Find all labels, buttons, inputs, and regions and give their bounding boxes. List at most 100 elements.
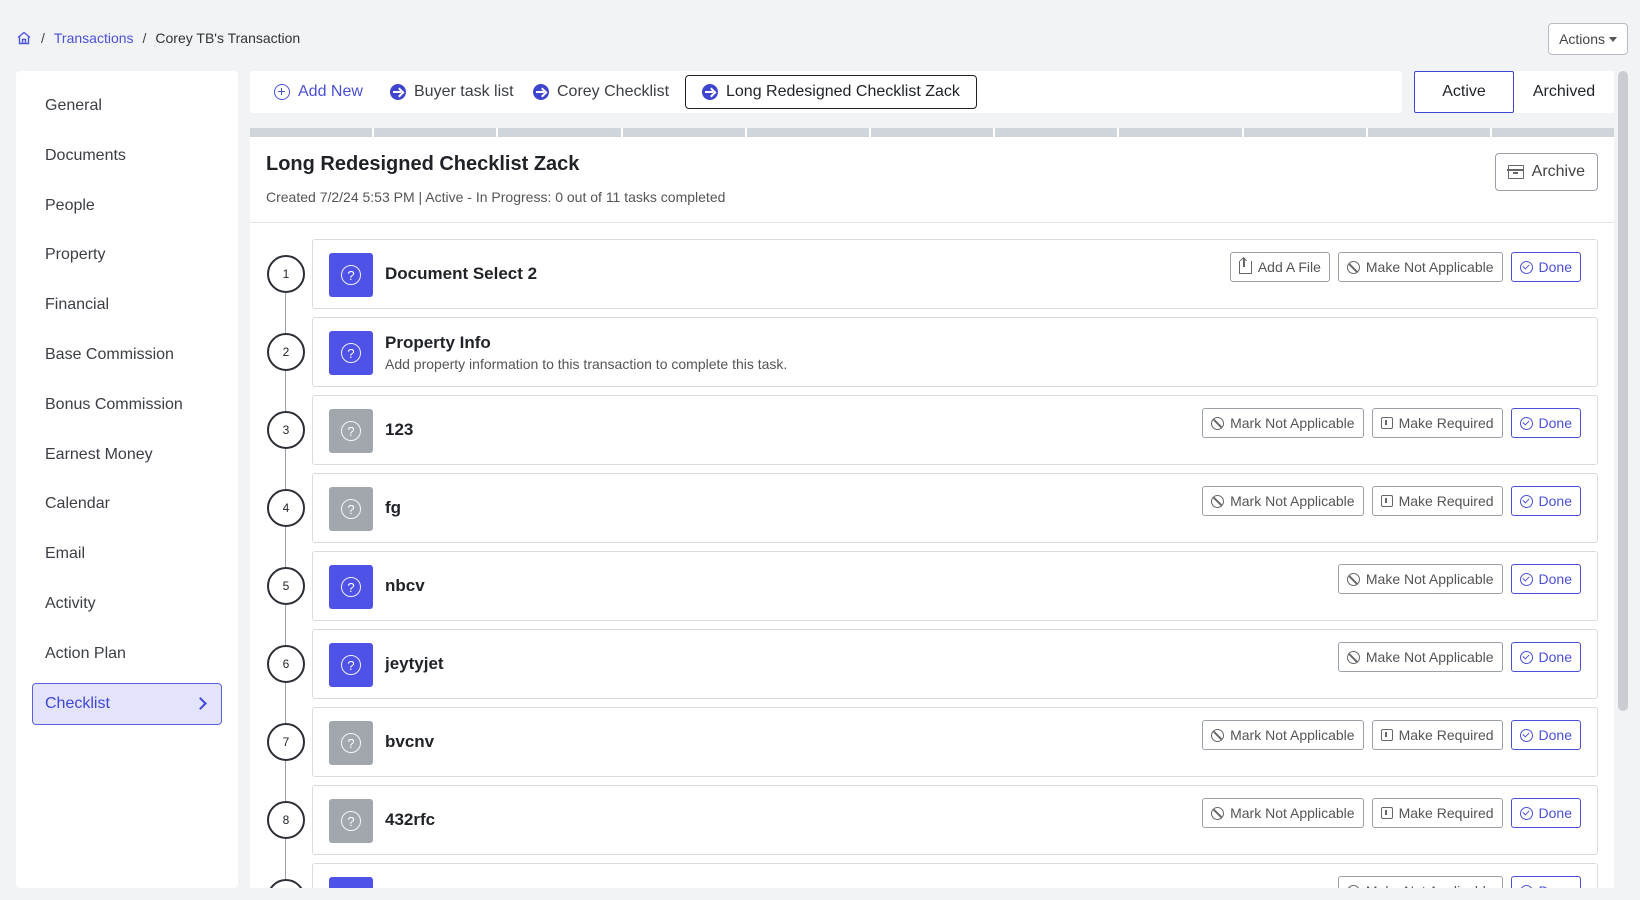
sidebar-item-email[interactable]: Email: [32, 533, 222, 575]
tab-buyer-task-list[interactable]: Buyer task list: [374, 75, 530, 109]
button-label: Done: [1539, 883, 1572, 888]
tab-label: Buyer task list: [414, 83, 514, 100]
breadcrumb-current: Corey TB's Transaction: [155, 30, 301, 46]
button-label: Make Not Applicable: [1365, 649, 1494, 665]
make-not-applicable-button[interactable]: Make Not Applicable: [1337, 642, 1503, 672]
sidebar-item-calendar[interactable]: Calendar: [32, 483, 222, 525]
task-card[interactable]: ? Make Not Applicable Done: [312, 863, 1598, 888]
button-label: Mark Not Applicable: [1230, 805, 1355, 821]
progress-strip: [250, 128, 1615, 137]
question-icon: ?: [329, 253, 373, 297]
button-label: Make Not Applicable: [1365, 259, 1494, 275]
sidebar-item-bonus-commission[interactable]: Bonus Commission: [32, 384, 222, 426]
tab-add-new[interactable]: Add New: [258, 75, 379, 109]
check-circle-icon: [1519, 416, 1533, 430]
done-button[interactable]: Done: [1510, 252, 1581, 282]
task-actions: Mark Not Applicable Make Required Done: [1202, 486, 1581, 516]
sidebar-item-general[interactable]: General: [32, 85, 222, 127]
sidebar-item-action-plan[interactable]: Action Plan: [32, 633, 222, 675]
tab-long-redesigned-checklist-zack[interactable]: Long Redesigned Checklist Zack: [685, 75, 977, 109]
sidebar-item-earnest-money[interactable]: Earnest Money: [32, 434, 222, 476]
done-button[interactable]: Done: [1510, 564, 1581, 594]
required-icon: [1380, 417, 1393, 429]
make-required-button[interactable]: Make Required: [1371, 798, 1503, 828]
check-circle-icon: [1519, 494, 1533, 508]
task-actions: Make Not Applicable Done: [1337, 876, 1581, 888]
button-label: Make Required: [1398, 415, 1494, 431]
sidebar-item-checklist[interactable]: Checklist: [32, 682, 222, 725]
archive-button[interactable]: Archive: [1494, 153, 1598, 191]
ban-icon: [1211, 416, 1225, 430]
breadcrumb-separator: /: [142, 30, 147, 46]
sidebar-item-people[interactable]: People: [32, 185, 222, 227]
progress-segment: [1491, 128, 1615, 137]
progress-segment: [374, 128, 497, 137]
task-card[interactable]: ? Property Info Add property information t…: [312, 317, 1598, 387]
done-button[interactable]: Done: [1510, 720, 1581, 750]
caret-down-icon: [1609, 36, 1617, 42]
make-required-button[interactable]: Make Required: [1371, 720, 1503, 750]
sidebar-item-label: Activity: [45, 595, 96, 612]
task-title: 432rfc: [385, 810, 436, 829]
sidebar-item-activity[interactable]: Activity: [32, 583, 222, 625]
task-card[interactable]: ? fg Mark Not Applicable Make Required Done: [312, 473, 1598, 543]
checklist-panel: Long Redesigned Checklist Zack Created 7…: [250, 137, 1614, 888]
question-icon: ?: [329, 331, 373, 375]
actions-label: Actions: [1559, 31, 1605, 47]
make-not-applicable-button[interactable]: Make Not Applicable: [1337, 564, 1503, 594]
ban-icon: [1211, 806, 1225, 820]
step-number: 4: [267, 489, 305, 527]
sidebar-item-financial[interactable]: Financial: [32, 284, 222, 326]
step-number: 2: [267, 333, 305, 371]
check-circle-icon: [1519, 884, 1533, 888]
make-required-button[interactable]: Make Required: [1371, 408, 1503, 438]
button-label: Done: [1538, 805, 1572, 821]
done-button[interactable]: Done: [1510, 798, 1581, 828]
question-mark-glyph: ?: [341, 733, 361, 753]
task-title: Property Info: [385, 333, 491, 352]
make-not-applicable-button[interactable]: Make Not Applicable: [1337, 876, 1503, 888]
mark-not-applicable-button[interactable]: Mark Not Applicable: [1202, 408, 1364, 438]
mark-not-applicable-button[interactable]: Mark Not Applicable: [1202, 720, 1364, 750]
question-icon: ?: [329, 565, 373, 609]
task-actions: Mark Not Applicable Make Required Done: [1202, 798, 1581, 828]
add-a-file-button[interactable]: Add A File: [1229, 252, 1330, 282]
task-card[interactable]: ? nbcv Make Not Applicable Done: [312, 551, 1598, 621]
home-icon[interactable]: [16, 30, 32, 46]
upload-icon: [1238, 257, 1252, 274]
breadcrumb-transactions-link[interactable]: Transactions: [54, 30, 134, 46]
status-archived-option[interactable]: Archived: [1514, 71, 1614, 113]
task-description: Add property information to this transac…: [385, 356, 788, 372]
tab-corey-checklist[interactable]: Corey Checklist: [517, 75, 685, 109]
sidebar-item-property[interactable]: Property: [32, 234, 222, 276]
task-card[interactable]: ? Document Select 2 Add A File Make Not App…: [312, 239, 1598, 309]
sidebar-item-documents[interactable]: Documents: [32, 135, 222, 177]
button-label: Mark Not Applicable: [1230, 727, 1355, 743]
sidebar-item-label: Earnest Money: [45, 445, 153, 463]
task-card[interactable]: ? 123 Mark Not Applicable Make Required Done: [312, 395, 1598, 465]
make-required-button[interactable]: Make Required: [1371, 486, 1503, 516]
question-icon: ?: [329, 409, 373, 453]
actions-dropdown-button[interactable]: Actions: [1548, 23, 1628, 55]
question-icon: ?: [329, 643, 373, 687]
step-number: 8: [267, 801, 305, 839]
task-card[interactable]: ? 432rfc Mark Not Applicable Make Required D…: [312, 785, 1598, 855]
mark-not-applicable-button[interactable]: Mark Not Applicable: [1202, 486, 1364, 516]
scrollbar[interactable]: [1618, 71, 1628, 711]
make-not-applicable-button[interactable]: Make Not Applicable: [1337, 252, 1503, 282]
done-button[interactable]: Done: [1510, 486, 1581, 516]
task-card[interactable]: ? jeytyjet Make Not Applicable Done: [312, 629, 1598, 699]
button-label: Done: [1538, 727, 1572, 743]
done-button[interactable]: Done: [1510, 408, 1581, 438]
sidebar-item-label: Calendar: [45, 495, 110, 513]
task-card[interactable]: ? bvcnv Mark Not Applicable Make Required Do…: [312, 707, 1598, 777]
status-active-option[interactable]: Active: [1414, 71, 1514, 113]
progress-segment: [250, 128, 373, 137]
sidebar-item-base-commission[interactable]: Base Commission: [32, 334, 222, 376]
ban-icon: [1211, 728, 1225, 742]
mark-not-applicable-button[interactable]: Mark Not Applicable: [1202, 798, 1364, 828]
done-button[interactable]: Done: [1510, 642, 1581, 672]
done-button[interactable]: Done: [1510, 876, 1581, 888]
check-circle-icon: [1519, 728, 1533, 742]
task-actions: Make Not Applicable Done: [1337, 642, 1581, 672]
